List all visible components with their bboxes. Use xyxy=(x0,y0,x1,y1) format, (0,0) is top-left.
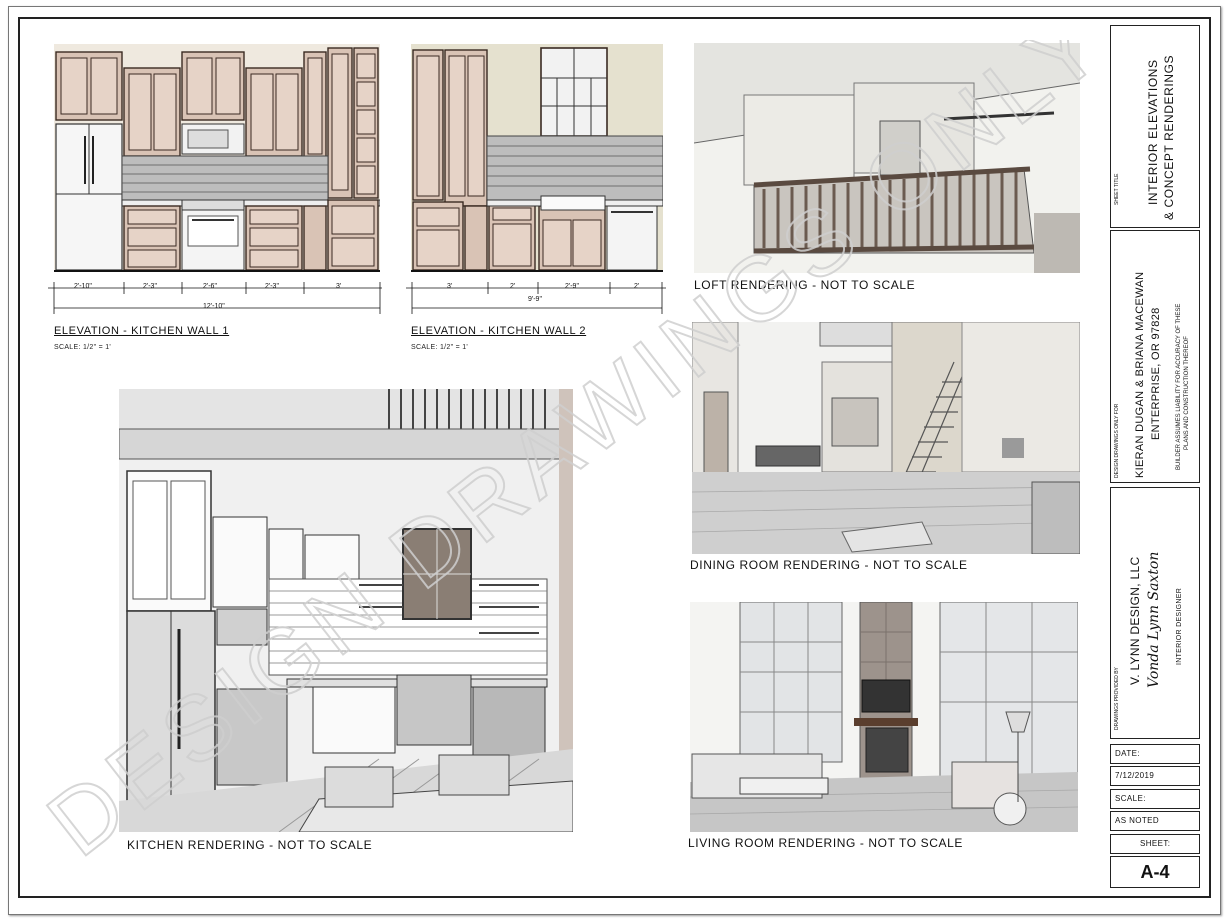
scale-label: SCALE: xyxy=(1115,794,1146,803)
elevation-kitchen-wall-2 xyxy=(411,44,663,272)
sheet-title-line-2: & CONCEPT RENDERINGS xyxy=(1162,54,1176,220)
disclaimer-line-2: PLANS AND CONSTRUCTION THEREOF xyxy=(1184,336,1190,450)
client-location: ENTERPRISE, OR 97828 xyxy=(1150,307,1162,440)
dining-room-rendering-image xyxy=(692,322,1080,554)
kitchen-rendering-caption: KITCHEN RENDERING - NOT TO SCALE xyxy=(127,838,373,852)
disclaimer-line-1: BUILDER ASSUMES LIABILITY FOR ACCURACY O… xyxy=(1176,303,1182,470)
loft-rendering-image xyxy=(694,43,1080,273)
company-name: V. LYNN DESIGN, LLC xyxy=(1128,556,1142,685)
dim-2d: 2' xyxy=(634,283,640,290)
provided-by-label: DRAWINGS PROVIDED BY xyxy=(1114,667,1120,730)
date-value: 7/12/2019 xyxy=(1115,771,1155,780)
elevation-2-title: ELEVATION - KITCHEN WALL 2 xyxy=(411,325,587,337)
elevation-kitchen-wall-1 xyxy=(54,44,380,272)
date-label: DATE: xyxy=(1115,749,1140,758)
dim-1e: 3' xyxy=(336,283,342,290)
dim-1-total: 12'-10" xyxy=(203,303,225,310)
dining-room-rendering-caption: DINING ROOM RENDERING - NOT TO SCALE xyxy=(690,558,968,572)
loft-rendering-caption: LOFT RENDERING - NOT TO SCALE xyxy=(694,278,916,292)
design-for-label: DESIGN DRAWINGS ONLY FOR xyxy=(1114,403,1120,478)
elevation-2-scale: SCALE: 1/2" = 1' xyxy=(411,344,469,351)
sheet-number: A-4 xyxy=(1140,862,1170,882)
sheet-label: SHEET: xyxy=(1140,839,1171,848)
designer-signature: Vonda Lynn Saxton xyxy=(1146,551,1162,688)
sheet-title-line-1: INTERIOR ELEVATIONS xyxy=(1146,59,1160,205)
kitchen-rendering-image xyxy=(119,389,573,832)
dim-2-total: 9'-9" xyxy=(528,296,542,303)
dim-2c: 2'-9" xyxy=(565,283,579,290)
dim-1d: 2'-3" xyxy=(265,283,279,290)
dim-2b: 2' xyxy=(510,283,516,290)
living-room-rendering-caption: LIVING ROOM RENDERING - NOT TO SCALE xyxy=(688,836,963,850)
sheet-title-label: SHEET TITLE xyxy=(1114,173,1120,206)
dim-1b: 2'-3" xyxy=(143,283,157,290)
designer-role: INTERIOR DESIGNER xyxy=(1176,587,1183,665)
elevation-1-title: ELEVATION - KITCHEN WALL 1 xyxy=(54,325,230,337)
dim-2a: 3' xyxy=(447,283,453,290)
scale-value: AS NOTED xyxy=(1115,816,1160,825)
elevation-1-scale: SCALE: 1/2" = 1' xyxy=(54,344,112,351)
living-room-rendering-image xyxy=(690,602,1078,832)
dim-1c: 2'-6" xyxy=(203,283,217,290)
client-name: KIERAN DUGAN & BRIANA MACEWAN xyxy=(1134,271,1146,478)
dim-1a: 2'-10" xyxy=(74,283,92,290)
